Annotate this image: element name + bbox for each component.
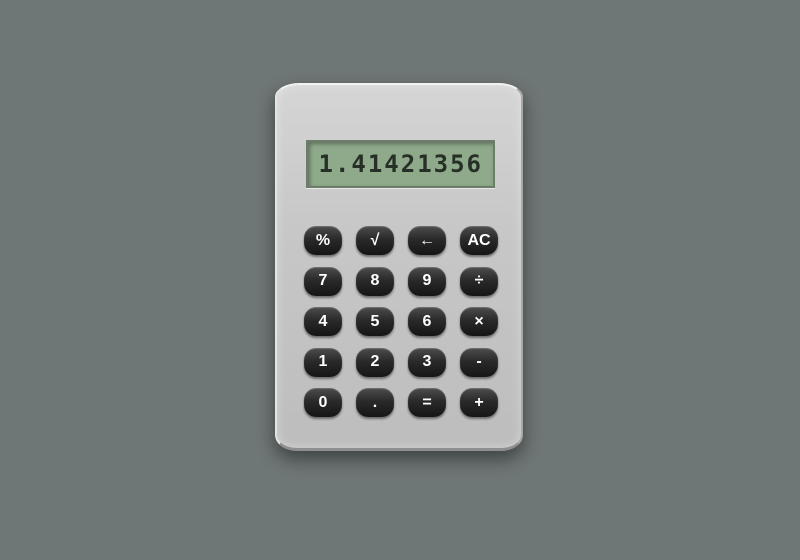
add-button[interactable]: + — [460, 388, 498, 417]
subtract-button[interactable]: - — [460, 347, 498, 377]
calculator-display: 1.41421356 — [306, 140, 495, 188]
calculator-body: 1.41421356 % √ ← AC 7 8 9 ÷ 4 5 6 × 1 2 … — [275, 83, 523, 451]
keypad: % √ ← AC 7 8 9 ÷ 4 5 6 × 1 2 3 - 0 . = + — [304, 226, 498, 417]
digit-8-button[interactable]: 8 — [356, 266, 394, 296]
sqrt-button[interactable]: √ — [356, 226, 394, 255]
display-value: 1.41421356 — [318, 150, 483, 178]
digit-4-button[interactable]: 4 — [304, 307, 342, 336]
backspace-button[interactable]: ← — [408, 226, 446, 255]
digit-7-button[interactable]: 7 — [304, 266, 342, 296]
multiply-button[interactable]: × — [460, 307, 498, 336]
digit-0-button[interactable]: 0 — [304, 388, 342, 417]
digit-6-button[interactable]: 6 — [408, 307, 446, 336]
equals-button[interactable]: = — [408, 388, 446, 417]
digit-9-button[interactable]: 9 — [408, 266, 446, 296]
digit-1-button[interactable]: 1 — [304, 347, 342, 377]
all-clear-button[interactable]: AC — [460, 226, 498, 255]
digit-5-button[interactable]: 5 — [356, 307, 394, 336]
digit-3-button[interactable]: 3 — [408, 347, 446, 377]
decimal-point-button[interactable]: . — [356, 388, 394, 417]
digit-2-button[interactable]: 2 — [356, 347, 394, 377]
percent-button[interactable]: % — [304, 226, 342, 255]
divide-button[interactable]: ÷ — [460, 266, 498, 296]
